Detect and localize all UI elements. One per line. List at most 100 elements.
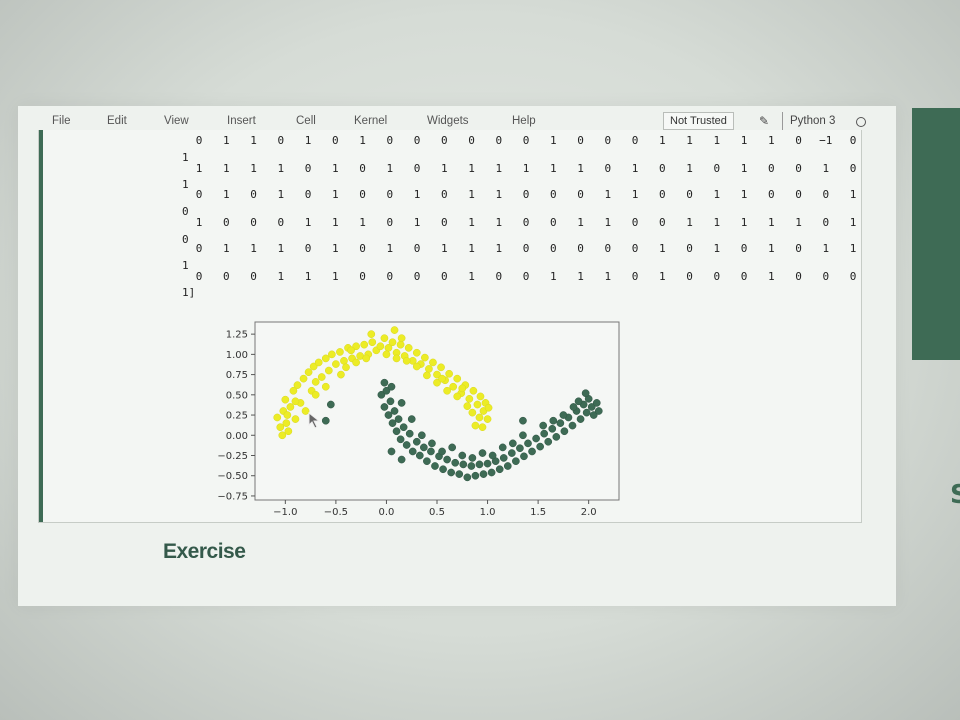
- scatter-point: [574, 397, 583, 406]
- array-value: 1: [604, 216, 612, 229]
- array-value: 1: [250, 242, 257, 255]
- scatter-point: [458, 384, 467, 393]
- scatter-point: [483, 415, 492, 423]
- menu-widgets[interactable]: Widgets: [427, 115, 469, 127]
- scatter-point: [407, 415, 416, 423]
- not-trusted-button[interactable]: Not Trusted: [663, 112, 734, 130]
- scatter-point: [475, 413, 484, 422]
- array-value: 1: [495, 216, 503, 229]
- scatter-point: [293, 381, 302, 389]
- scatter-point: [396, 340, 405, 349]
- array-value: 1: [631, 188, 639, 201]
- array-value: 1: [277, 242, 285, 255]
- scatter-point: [317, 373, 326, 381]
- x-tick-label: 2.0: [581, 507, 597, 518]
- scatter-point: [402, 356, 411, 365]
- scatter-point: [394, 415, 403, 423]
- scatter-point: [524, 439, 532, 448]
- array-value: 1: [222, 162, 230, 175]
- array-value: 1: [577, 162, 584, 175]
- menu-cell[interactable]: Cell: [296, 115, 316, 127]
- scatter-point: [388, 419, 397, 427]
- scatter-point: [327, 350, 336, 359]
- scatter-point: [291, 397, 300, 406]
- menu-kernel[interactable]: Kernel: [354, 115, 387, 127]
- array-value: 1: [767, 270, 775, 283]
- array-wrap-digit: 1: [182, 151, 189, 164]
- menu-edit[interactable]: Edit: [107, 115, 127, 127]
- scatter-point: [484, 403, 493, 412]
- scatter-point: [431, 462, 439, 470]
- array-value: 1: [631, 162, 639, 175]
- scatter-point: [347, 346, 355, 355]
- array-value: 0: [331, 134, 339, 147]
- array-value: 0: [631, 242, 639, 255]
- scatter-point: [423, 457, 431, 466]
- array-value: 1: [767, 134, 775, 147]
- array-value: 0: [767, 188, 775, 201]
- menu-help[interactable]: Help: [512, 115, 536, 127]
- menu-view[interactable]: View: [164, 115, 189, 127]
- array-value: 0: [440, 270, 448, 283]
- array-wrap-digit: 1: [182, 178, 189, 191]
- scatter-point: [463, 402, 472, 410]
- array-value: 1: [304, 270, 312, 283]
- array-closing: 1]: [182, 286, 196, 299]
- array-row: 0 1 1 1 0 1 0 1 0 1 1 1 0 0 0 0 0 1 0 1 0 1 0 1 1: [191, 242, 861, 255]
- scatter-point: [448, 443, 457, 452]
- scatter-point: [560, 427, 569, 436]
- scatter-point: [519, 416, 527, 425]
- scatter-point: [449, 382, 458, 391]
- y-tick-label: 1.25: [226, 330, 248, 341]
- scatter-point: [581, 389, 590, 398]
- array-value: 1: [795, 216, 802, 229]
- scatter-point: [478, 449, 487, 457]
- scatter-point: [321, 382, 330, 391]
- scatter-point: [443, 455, 451, 464]
- scatter-point: [503, 462, 512, 470]
- array-value: 0: [713, 162, 721, 175]
- array-value: 1: [386, 242, 394, 255]
- scatter-point: [438, 447, 446, 456]
- scatter-point: [404, 344, 413, 352]
- array-value: −1: [819, 134, 833, 147]
- array-value: 1: [331, 216, 339, 229]
- array-value: 1: [495, 242, 503, 255]
- scatter-point: [459, 460, 468, 469]
- scatter-point: [469, 386, 478, 395]
- array-value: 0: [195, 270, 203, 283]
- array-value: 0: [604, 162, 612, 175]
- scatter-point: [342, 363, 350, 372]
- array-value: 1: [658, 242, 666, 255]
- scatter-point: [283, 411, 292, 419]
- plot-area: [254, 321, 620, 501]
- scatter-point: [281, 395, 290, 404]
- pencil-icon[interactable]: ✎: [759, 114, 769, 128]
- array-value: 0: [195, 134, 203, 147]
- scatter-point: [387, 382, 396, 391]
- array-value: 1: [849, 216, 857, 229]
- menu-file[interactable]: File: [52, 115, 71, 127]
- scatter-point: [405, 429, 414, 438]
- array-value: 1: [304, 134, 312, 147]
- array-value: 1: [331, 270, 339, 283]
- scatter-point: [387, 447, 396, 456]
- array-value: 0: [849, 134, 857, 147]
- scatter-point: [397, 334, 406, 343]
- array-value: 1: [386, 162, 394, 175]
- array-value: 0: [631, 216, 639, 229]
- y-tick-label: 0.25: [226, 411, 248, 422]
- scatter-point: [507, 449, 516, 457]
- scatter-point: [556, 419, 565, 427]
- scatter-point: [321, 416, 330, 425]
- output-cell[interactable]: 0 1 1 0 1 0 1 0 0 0 0 0 0 1 0 0 0 1 1 1 1 1 0 −1 0 1 11110101011…: [38, 130, 862, 523]
- array-value: 0: [658, 162, 666, 175]
- scatter-point: [488, 451, 497, 460]
- array-value: 0: [604, 134, 612, 147]
- scatter-point: [276, 423, 285, 432]
- menu-insert[interactable]: Insert: [227, 115, 256, 127]
- scatter-point: [483, 459, 492, 468]
- array-value: 0: [250, 270, 257, 283]
- array-value: 1: [359, 216, 366, 229]
- scatter-point: [340, 356, 348, 365]
